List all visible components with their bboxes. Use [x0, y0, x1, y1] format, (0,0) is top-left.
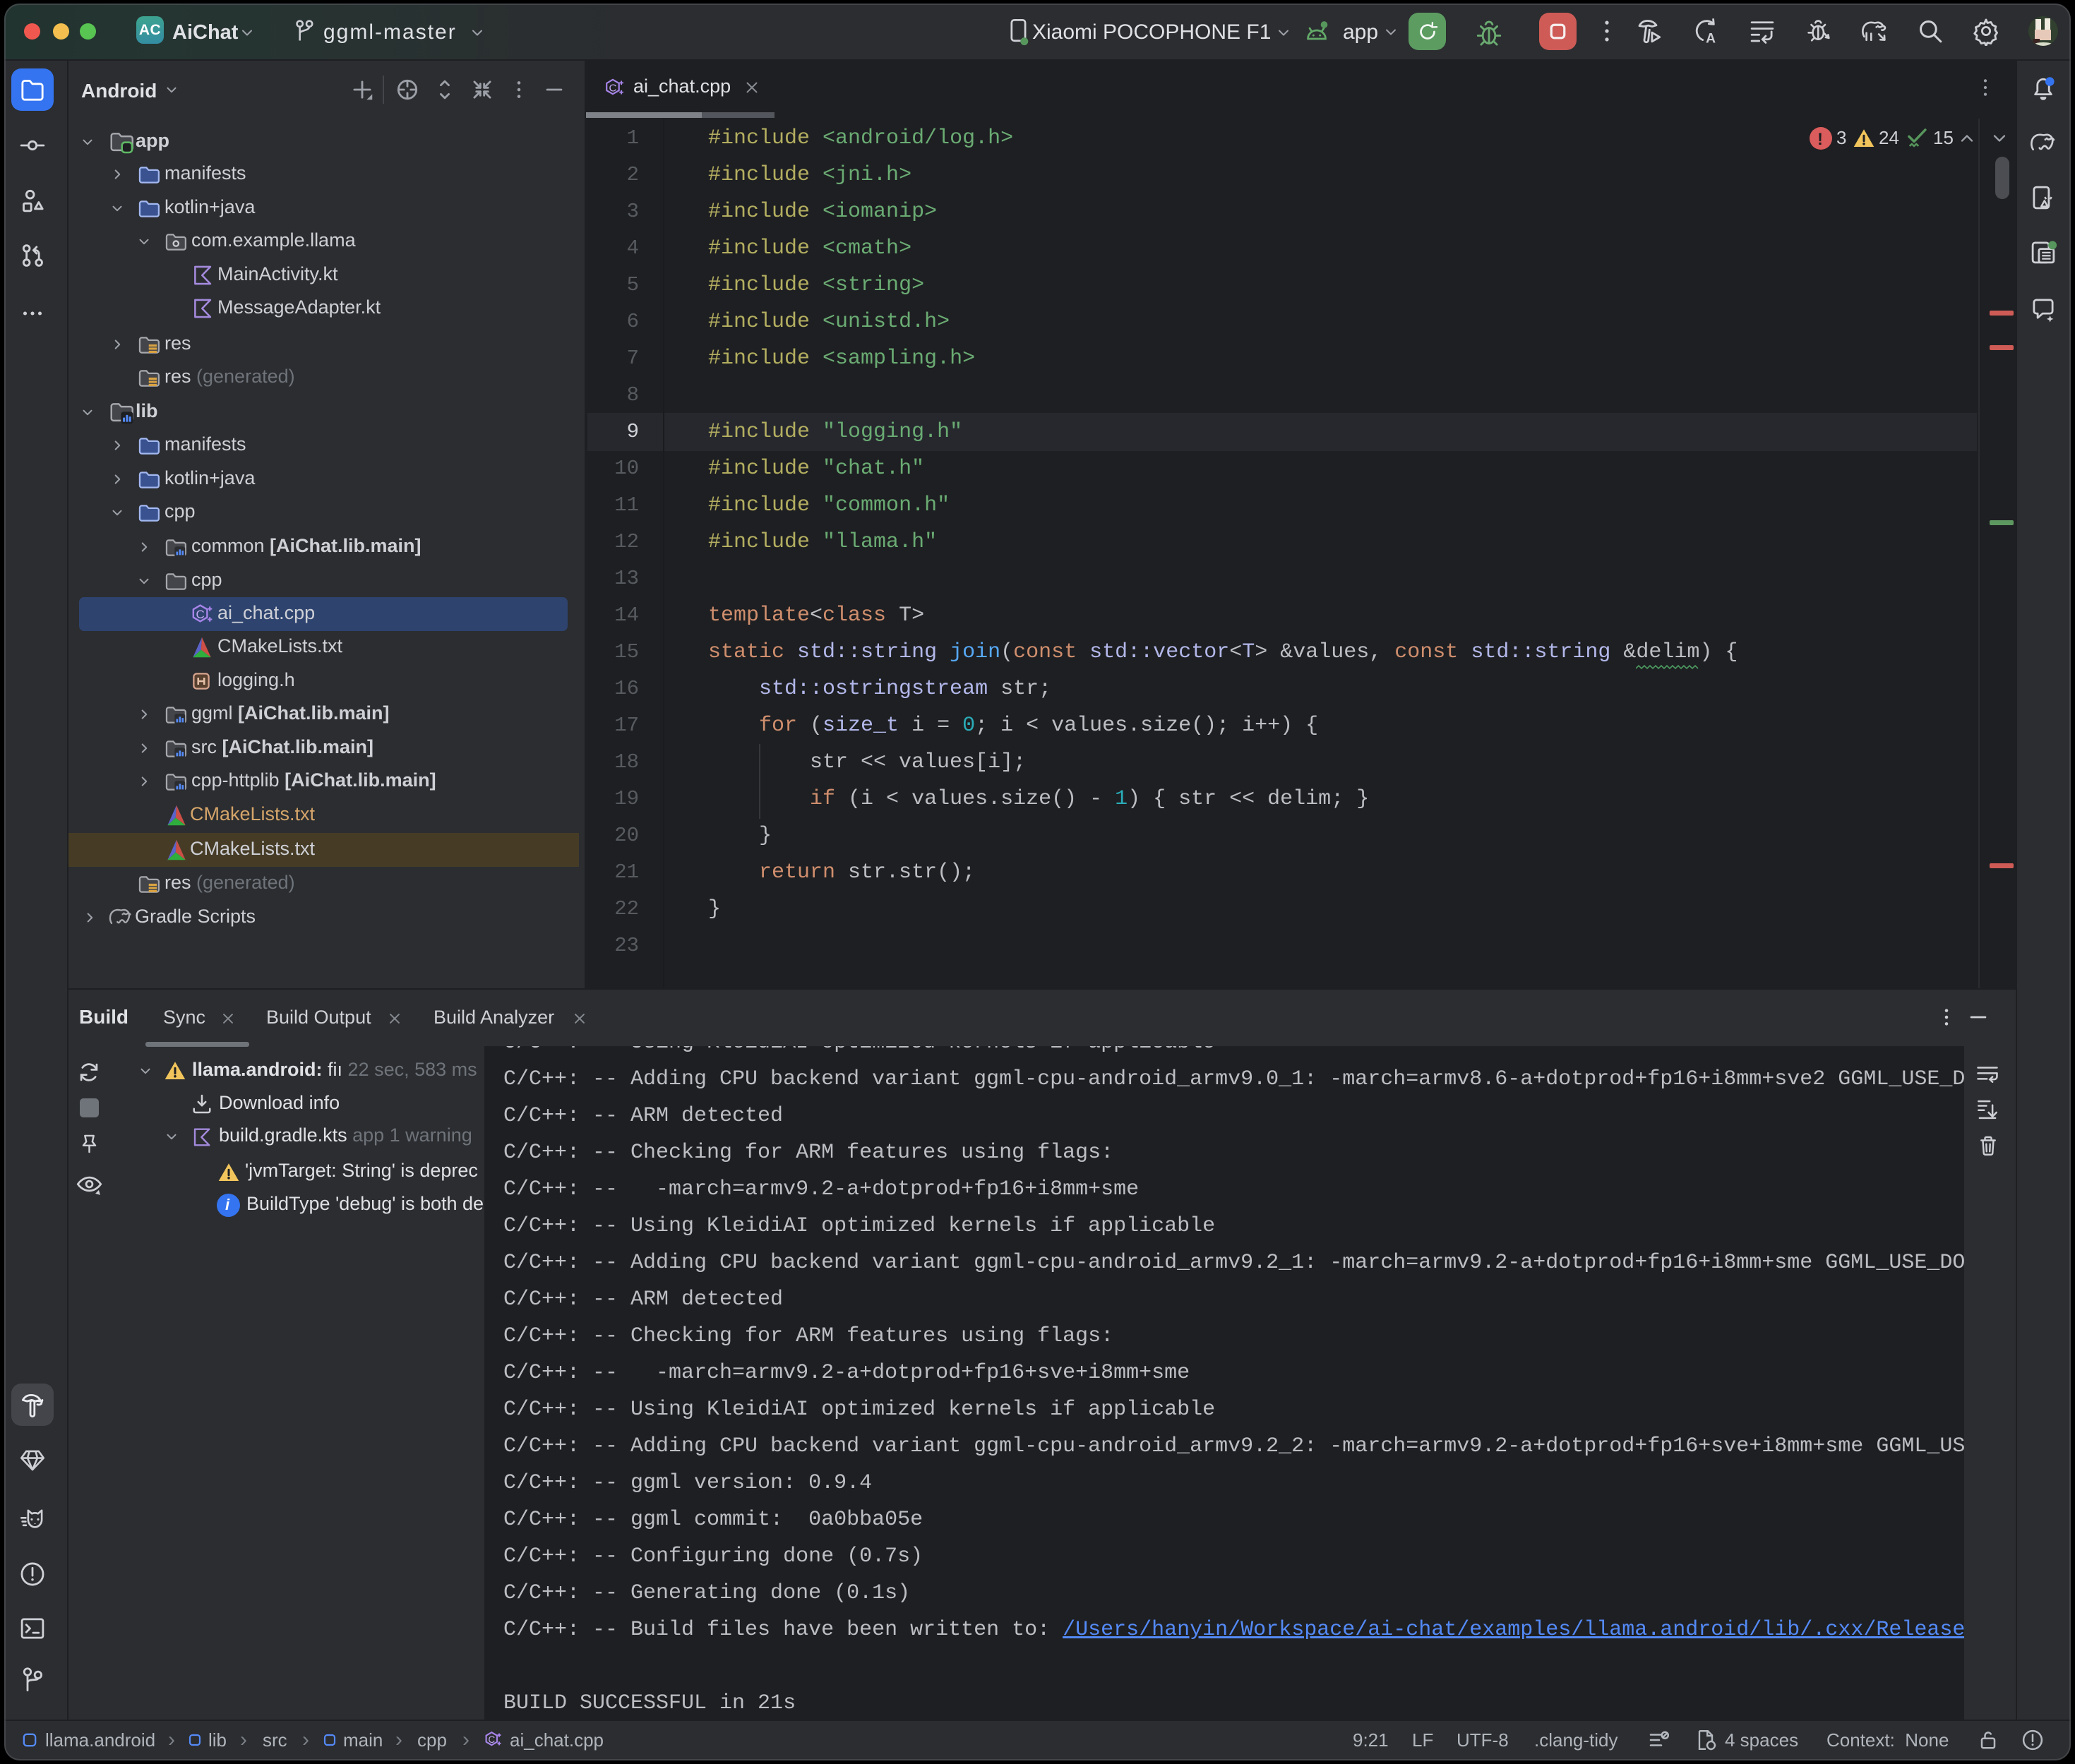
svg-text:C: C	[609, 82, 617, 94]
svg-text:A: A	[1706, 32, 1716, 46]
svg-text:C: C	[489, 1734, 496, 1745]
svg-text:C: C	[196, 608, 205, 621]
